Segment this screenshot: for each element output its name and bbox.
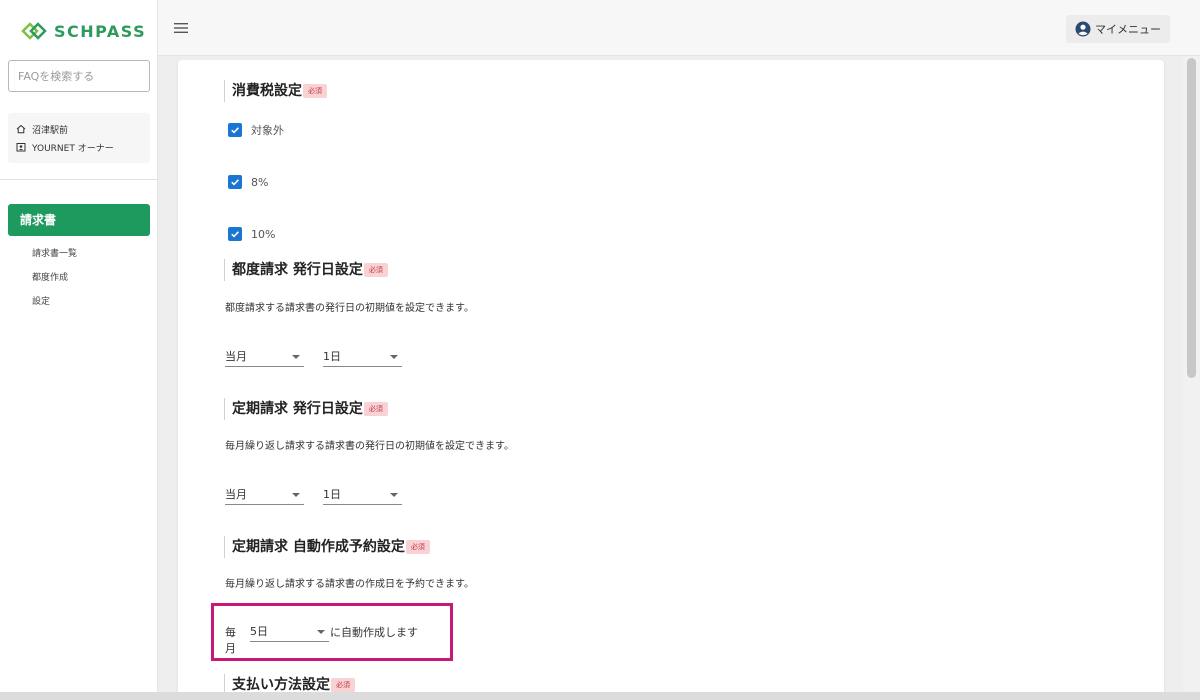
adhoc-month-value: 当月 [225,350,247,363]
faq-search-input[interactable] [8,60,150,92]
account-circle-icon [1075,21,1091,37]
recurring-day-value: 1日 [323,488,341,501]
checkbox-checked[interactable] [228,175,242,189]
auto-create-title: 定期請求 自動作成予約設定 必須 [224,536,430,558]
adhoc-description: 都度請求する請求書の発行日の初期値を設定できます。 [225,303,474,314]
logo-icon [21,22,47,40]
account-info: 沼津駅前 YOURNET オーナー [8,113,150,163]
sidebar-item-invoice[interactable]: 請求書 [8,204,150,236]
checkbox-checked[interactable] [228,227,242,241]
auto-create-day-value: 5日 [250,625,268,638]
page-scrollbar[interactable] [1183,56,1200,692]
logo[interactable]: SCHPASS [20,20,146,42]
recurring-day-select[interactable]: 1日 [323,487,402,505]
auto-create-description: 毎月繰り返し請求する請求書の作成日を予約できます。 [225,579,474,590]
recurring-description: 毎月繰り返し請求する請求書の発行日の初期値を設定できます。 [225,441,514,452]
my-menu-button[interactable]: マイメニュー [1066,15,1170,43]
logo-text: SCHPASS [54,21,147,41]
account-location: 沼津駅前 [32,125,69,136]
required-badge: 必須 [405,540,430,554]
required-badge: 必須 [363,263,388,277]
account-user-row: YOURNET オーナー [16,138,142,156]
hamburger-menu-icon[interactable] [174,22,188,34]
tax-setting-title-text: 消費税設定 [232,83,302,99]
recurring-issue-date-title-text: 定期請求 発行日設定 [232,401,363,417]
auto-create-day-select[interactable]: 5日 [250,624,329,642]
account-user: YOURNET オーナー [32,143,114,154]
my-menu-label: マイメニュー [1095,24,1161,36]
sidebar: SCHPASS 沼津駅前 YOURNET オーナー 請求書 請求書一覧 都度作成… [0,0,158,692]
adhoc-day-value: 1日 [323,350,341,363]
sidebar-divider [0,179,158,180]
recurring-month-value: 当月 [225,488,247,501]
sidebar-subitem-settings[interactable]: 設定 [32,294,50,307]
required-badge: 必須 [331,678,355,692]
sidebar-subitem-adhoc-create[interactable]: 都度作成 [32,270,68,283]
dropdown-caret-icon [292,493,300,497]
sidebar-subitem-invoice-list[interactable]: 請求書一覧 [32,246,77,259]
tax-option-label: 8% [251,175,269,189]
dropdown-caret-icon [390,355,398,359]
required-badge: 必須 [363,402,388,416]
checkbox-checked[interactable] [228,123,242,137]
home-icon [16,124,26,134]
tax-option-label: 10% [251,227,276,241]
auto-create-suffix: に自動作成します [330,626,418,639]
account-location-row: 沼津駅前 [16,120,142,138]
recurring-month-select[interactable]: 当月 [225,487,304,505]
adhoc-day-select[interactable]: 1日 [323,349,402,367]
dropdown-caret-icon [292,355,300,359]
header: マイメニュー [158,0,1200,56]
user-badge-icon [16,143,26,152]
recurring-issue-date-title: 定期請求 発行日設定 必須 [224,398,388,420]
check-icon [231,179,239,186]
tax-option-8[interactable]: 8% [228,175,268,189]
bottom-scrollbar[interactable] [0,692,1200,700]
check-icon [231,231,239,238]
auto-create-prefix: 毎月 [225,626,236,655]
check-icon [231,127,239,134]
adhoc-issue-date-title-text: 都度請求 発行日設定 [232,262,363,278]
adhoc-month-select[interactable]: 当月 [225,349,304,367]
scrollbar-thumb[interactable] [1187,58,1196,378]
dropdown-caret-icon [317,630,325,634]
adhoc-issue-date-title: 都度請求 発行日設定 必須 [224,259,388,281]
tax-option-10[interactable]: 10% [228,227,275,241]
tax-option-label: 対象外 [251,124,284,137]
tax-setting-title: 消費税設定 必須 [224,80,327,102]
required-badge: 必須 [303,84,327,98]
auto-create-title-text: 定期請求 自動作成予約設定 [232,539,405,555]
dropdown-caret-icon [390,493,398,497]
tax-option-exempt[interactable]: 対象外 [228,122,284,138]
